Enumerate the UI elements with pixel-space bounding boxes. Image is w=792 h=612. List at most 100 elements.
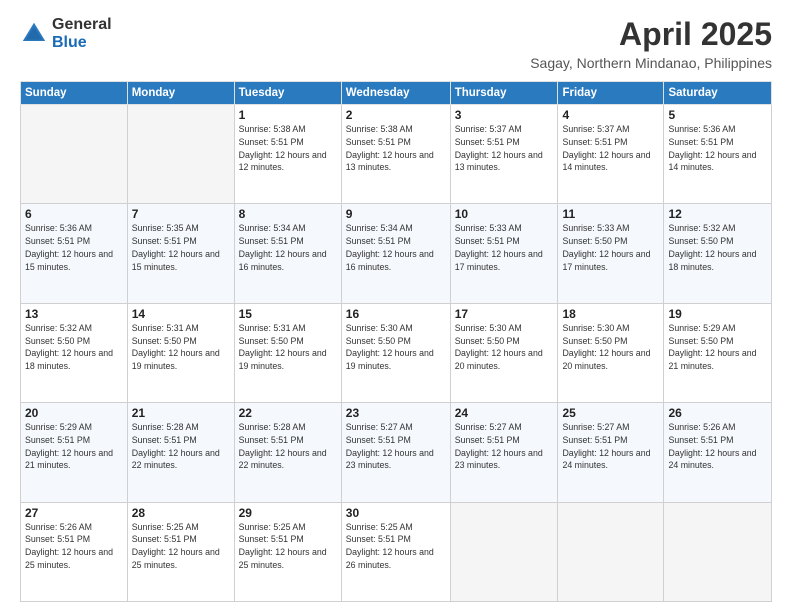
day-cell: 8Sunrise: 5:34 AM Sunset: 5:51 PM Daylig…	[234, 204, 341, 303]
day-number: 30	[346, 506, 446, 520]
day-number: 23	[346, 406, 446, 420]
day-number: 24	[455, 406, 554, 420]
day-number: 9	[346, 207, 446, 221]
day-cell: 4Sunrise: 5:37 AM Sunset: 5:51 PM Daylig…	[558, 105, 664, 204]
day-info: Sunrise: 5:32 AM Sunset: 5:50 PM Dayligh…	[25, 322, 123, 373]
day-info: Sunrise: 5:30 AM Sunset: 5:50 PM Dayligh…	[562, 322, 659, 373]
calendar-title: April 2025	[530, 16, 772, 53]
week-row-1: 1Sunrise: 5:38 AM Sunset: 5:51 PM Daylig…	[21, 105, 772, 204]
day-info: Sunrise: 5:38 AM Sunset: 5:51 PM Dayligh…	[239, 123, 337, 174]
day-number: 26	[668, 406, 767, 420]
day-number: 13	[25, 307, 123, 321]
day-cell: 19Sunrise: 5:29 AM Sunset: 5:50 PM Dayli…	[664, 303, 772, 402]
day-number: 4	[562, 108, 659, 122]
day-cell: 29Sunrise: 5:25 AM Sunset: 5:51 PM Dayli…	[234, 502, 341, 601]
day-number: 5	[668, 108, 767, 122]
day-cell: 21Sunrise: 5:28 AM Sunset: 5:51 PM Dayli…	[127, 403, 234, 502]
logo-blue-text: Blue	[52, 34, 112, 52]
day-info: Sunrise: 5:38 AM Sunset: 5:51 PM Dayligh…	[346, 123, 446, 174]
col-saturday: Saturday	[664, 82, 772, 105]
day-info: Sunrise: 5:33 AM Sunset: 5:51 PM Dayligh…	[455, 222, 554, 273]
day-cell: 3Sunrise: 5:37 AM Sunset: 5:51 PM Daylig…	[450, 105, 558, 204]
day-cell	[450, 502, 558, 601]
day-number: 14	[132, 307, 230, 321]
day-cell: 7Sunrise: 5:35 AM Sunset: 5:51 PM Daylig…	[127, 204, 234, 303]
day-number: 28	[132, 506, 230, 520]
col-sunday: Sunday	[21, 82, 128, 105]
day-number: 18	[562, 307, 659, 321]
day-info: Sunrise: 5:28 AM Sunset: 5:51 PM Dayligh…	[239, 421, 337, 472]
week-row-2: 6Sunrise: 5:36 AM Sunset: 5:51 PM Daylig…	[21, 204, 772, 303]
day-info: Sunrise: 5:30 AM Sunset: 5:50 PM Dayligh…	[346, 322, 446, 373]
calendar-subtitle: Sagay, Northern Mindanao, Philippines	[530, 55, 772, 71]
day-info: Sunrise: 5:35 AM Sunset: 5:51 PM Dayligh…	[132, 222, 230, 273]
day-cell: 1Sunrise: 5:38 AM Sunset: 5:51 PM Daylig…	[234, 105, 341, 204]
day-cell: 25Sunrise: 5:27 AM Sunset: 5:51 PM Dayli…	[558, 403, 664, 502]
day-info: Sunrise: 5:27 AM Sunset: 5:51 PM Dayligh…	[455, 421, 554, 472]
day-info: Sunrise: 5:30 AM Sunset: 5:50 PM Dayligh…	[455, 322, 554, 373]
logo: General Blue	[20, 16, 112, 51]
logo-icon	[20, 20, 48, 48]
day-cell: 17Sunrise: 5:30 AM Sunset: 5:50 PM Dayli…	[450, 303, 558, 402]
day-cell: 10Sunrise: 5:33 AM Sunset: 5:51 PM Dayli…	[450, 204, 558, 303]
day-info: Sunrise: 5:29 AM Sunset: 5:50 PM Dayligh…	[668, 322, 767, 373]
day-number: 3	[455, 108, 554, 122]
day-number: 16	[346, 307, 446, 321]
header-row: Sunday Monday Tuesday Wednesday Thursday…	[21, 82, 772, 105]
day-number: 15	[239, 307, 337, 321]
day-number: 25	[562, 406, 659, 420]
day-cell: 12Sunrise: 5:32 AM Sunset: 5:50 PM Dayli…	[664, 204, 772, 303]
page: General Blue April 2025 Sagay, Northern …	[0, 0, 792, 612]
day-cell: 6Sunrise: 5:36 AM Sunset: 5:51 PM Daylig…	[21, 204, 128, 303]
col-monday: Monday	[127, 82, 234, 105]
day-info: Sunrise: 5:25 AM Sunset: 5:51 PM Dayligh…	[346, 521, 446, 572]
day-cell: 15Sunrise: 5:31 AM Sunset: 5:50 PM Dayli…	[234, 303, 341, 402]
day-info: Sunrise: 5:36 AM Sunset: 5:51 PM Dayligh…	[25, 222, 123, 273]
day-number: 1	[239, 108, 337, 122]
day-number: 12	[668, 207, 767, 221]
day-cell: 13Sunrise: 5:32 AM Sunset: 5:50 PM Dayli…	[21, 303, 128, 402]
day-cell	[21, 105, 128, 204]
day-cell	[664, 502, 772, 601]
day-info: Sunrise: 5:36 AM Sunset: 5:51 PM Dayligh…	[668, 123, 767, 174]
day-info: Sunrise: 5:29 AM Sunset: 5:51 PM Dayligh…	[25, 421, 123, 472]
day-info: Sunrise: 5:34 AM Sunset: 5:51 PM Dayligh…	[239, 222, 337, 273]
calendar-table: Sunday Monday Tuesday Wednesday Thursday…	[20, 81, 772, 602]
day-number: 17	[455, 307, 554, 321]
week-row-3: 13Sunrise: 5:32 AM Sunset: 5:50 PM Dayli…	[21, 303, 772, 402]
col-wednesday: Wednesday	[341, 82, 450, 105]
logo-general-text: General	[52, 16, 112, 34]
day-number: 22	[239, 406, 337, 420]
day-cell: 28Sunrise: 5:25 AM Sunset: 5:51 PM Dayli…	[127, 502, 234, 601]
day-cell: 9Sunrise: 5:34 AM Sunset: 5:51 PM Daylig…	[341, 204, 450, 303]
day-cell: 11Sunrise: 5:33 AM Sunset: 5:50 PM Dayli…	[558, 204, 664, 303]
day-number: 2	[346, 108, 446, 122]
col-thursday: Thursday	[450, 82, 558, 105]
day-info: Sunrise: 5:37 AM Sunset: 5:51 PM Dayligh…	[455, 123, 554, 174]
day-number: 27	[25, 506, 123, 520]
day-cell: 2Sunrise: 5:38 AM Sunset: 5:51 PM Daylig…	[341, 105, 450, 204]
day-cell	[558, 502, 664, 601]
day-number: 6	[25, 207, 123, 221]
day-info: Sunrise: 5:27 AM Sunset: 5:51 PM Dayligh…	[562, 421, 659, 472]
day-info: Sunrise: 5:33 AM Sunset: 5:50 PM Dayligh…	[562, 222, 659, 273]
col-tuesday: Tuesday	[234, 82, 341, 105]
day-number: 21	[132, 406, 230, 420]
day-cell: 27Sunrise: 5:26 AM Sunset: 5:51 PM Dayli…	[21, 502, 128, 601]
day-info: Sunrise: 5:34 AM Sunset: 5:51 PM Dayligh…	[346, 222, 446, 273]
day-number: 10	[455, 207, 554, 221]
day-cell: 24Sunrise: 5:27 AM Sunset: 5:51 PM Dayli…	[450, 403, 558, 502]
day-number: 7	[132, 207, 230, 221]
col-friday: Friday	[558, 82, 664, 105]
title-block: April 2025 Sagay, Northern Mindanao, Phi…	[530, 16, 772, 71]
day-info: Sunrise: 5:37 AM Sunset: 5:51 PM Dayligh…	[562, 123, 659, 174]
day-info: Sunrise: 5:27 AM Sunset: 5:51 PM Dayligh…	[346, 421, 446, 472]
day-cell: 18Sunrise: 5:30 AM Sunset: 5:50 PM Dayli…	[558, 303, 664, 402]
day-info: Sunrise: 5:25 AM Sunset: 5:51 PM Dayligh…	[132, 521, 230, 572]
day-cell	[127, 105, 234, 204]
week-row-4: 20Sunrise: 5:29 AM Sunset: 5:51 PM Dayli…	[21, 403, 772, 502]
day-cell: 16Sunrise: 5:30 AM Sunset: 5:50 PM Dayli…	[341, 303, 450, 402]
day-info: Sunrise: 5:28 AM Sunset: 5:51 PM Dayligh…	[132, 421, 230, 472]
day-info: Sunrise: 5:31 AM Sunset: 5:50 PM Dayligh…	[239, 322, 337, 373]
day-info: Sunrise: 5:32 AM Sunset: 5:50 PM Dayligh…	[668, 222, 767, 273]
